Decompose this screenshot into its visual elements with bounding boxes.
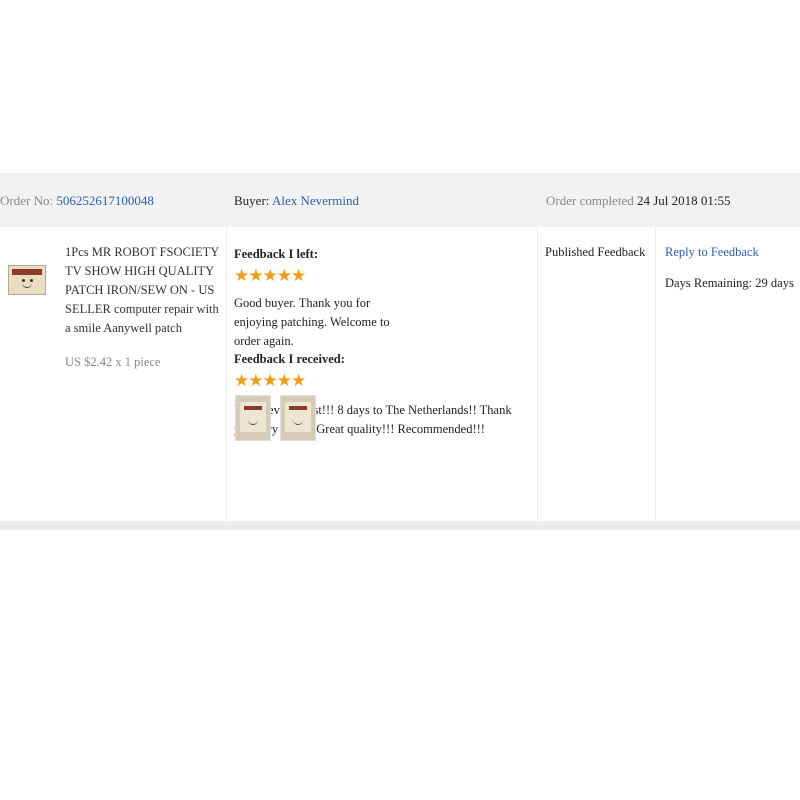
column-divider bbox=[226, 227, 227, 521]
buyer-label: Buyer: bbox=[234, 193, 270, 208]
days-remaining: Days Remaining: 29 days bbox=[665, 276, 794, 290]
product-price: US $2.42 x 1 piece bbox=[65, 355, 161, 369]
patch-smile bbox=[22, 280, 32, 288]
photo-patch-banner bbox=[289, 406, 307, 410]
feedback-photo[interactable] bbox=[235, 395, 271, 441]
order-body: 1Pcs MR ROBOT FSOCIETY TV SHOW HIGH QUAL… bbox=[0, 227, 800, 521]
published-feedback-status: Published Feedback bbox=[545, 245, 646, 259]
photo-patch-smile bbox=[293, 418, 303, 425]
column-divider bbox=[655, 227, 656, 521]
order-card: Order No: 506252617100048 Buyer: Alex Ne… bbox=[0, 173, 800, 530]
column-divider bbox=[537, 227, 538, 521]
order-number-link[interactable]: 506252617100048 bbox=[56, 193, 154, 208]
feedback-left-stars: ★★★★★ bbox=[234, 266, 306, 285]
feedback-received-text: Unbelievable fast!!! 8 days to The Nethe… bbox=[234, 403, 512, 436]
buyer-name-link[interactable]: Alex Nevermind bbox=[272, 193, 359, 208]
patch-banner bbox=[12, 269, 42, 275]
photo-patch bbox=[285, 402, 311, 432]
product-thumbnail[interactable] bbox=[8, 265, 46, 295]
photo-patch-banner bbox=[244, 406, 262, 410]
photo-patch-smile bbox=[248, 418, 258, 425]
order-number: Order No: 506252617100048 bbox=[0, 193, 154, 209]
order-card-bottom-border bbox=[0, 521, 800, 530]
order-completed: Order completed 24 Jul 2018 01:55 bbox=[546, 193, 731, 209]
reply-to-feedback-link[interactable]: Reply to Feedback bbox=[665, 245, 759, 260]
buyer: Buyer: Alex Nevermind bbox=[234, 193, 359, 209]
order-number-label: Order No: bbox=[0, 193, 54, 208]
order-header: Order No: 506252617100048 Buyer: Alex Ne… bbox=[0, 173, 800, 227]
feedback-received-stars: ★★★★★ bbox=[234, 371, 306, 390]
photo-patch bbox=[240, 402, 266, 432]
feedback-left-label: Feedback I left: bbox=[234, 247, 319, 261]
feedback-received-label: Feedback I received: bbox=[234, 352, 345, 366]
feedback-photo[interactable] bbox=[280, 395, 316, 441]
product-title-link[interactable]: 1Pcs MR ROBOT FSOCIETY TV SHOW HIGH QUAL… bbox=[65, 243, 223, 338]
order-completed-label: Order completed bbox=[546, 193, 634, 208]
order-completed-date: 24 Jul 2018 01:55 bbox=[636, 193, 731, 208]
feedback-left-text: Good buyer. Thank you for enjoying patch… bbox=[234, 296, 390, 348]
